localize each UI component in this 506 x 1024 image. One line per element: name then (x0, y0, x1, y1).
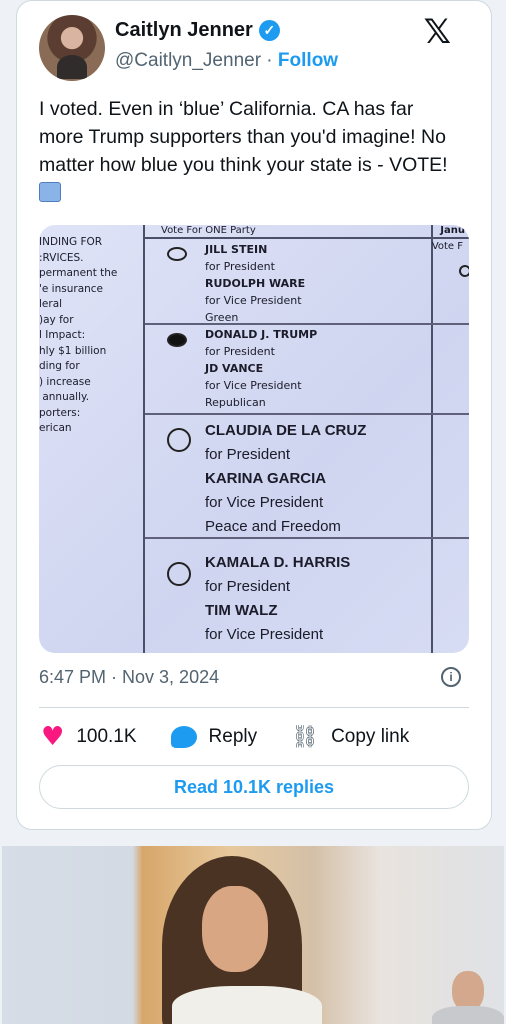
candidate-president-name: CLAUDIA DE LA CRUZ (205, 422, 367, 439)
tweet-actions: ♥ 100.1K Reply ⛓ Copy link (41, 721, 469, 753)
candidate-harris: KAMALA D. HARRIS for President TIM WALZ … (205, 551, 350, 647)
ballot-left-text: INDING FOR :RVICES. permanent the 'e ins… (39, 236, 118, 434)
ballot-column-line-right (431, 225, 433, 653)
page: Caitlyn Jenner ✓ @Caitlyn_Jenner · Follo… (0, 0, 506, 1024)
reply-button[interactable]: Reply (170, 726, 258, 748)
ballot-oval-trump-filled (167, 333, 187, 347)
author-avatar[interactable] (39, 15, 105, 81)
ballot-box-emoji-icon (39, 182, 61, 202)
tweet-text-block: I voted. Even in ‘blue’ California. CA h… (39, 95, 449, 207)
handle-separator: · (261, 50, 278, 71)
author-name-row: Caitlyn Jenner ✓ (115, 19, 280, 42)
candidate-president-role: for President (205, 345, 275, 358)
ballot-oval-harris (167, 562, 191, 586)
copy-link-label: Copy link (331, 726, 410, 747)
link-icon: ⛓ (291, 724, 320, 750)
candidate-party: Peace and Freedom (205, 518, 341, 535)
candidate-party: Republican (205, 396, 266, 409)
tweet-timestamp[interactable]: 6:47 PM · Nov 3, 2024 (39, 667, 219, 687)
tweet-card: Caitlyn Jenner ✓ @Caitlyn_Jenner · Follo… (16, 0, 492, 830)
ballot-right-oval (459, 265, 469, 277)
x-logo-icon[interactable]: 𝕏 (424, 15, 451, 49)
ballot-column-header: Vote For ONE Party (161, 225, 256, 236)
ballot-oval-de-la-cruz (167, 428, 191, 452)
heart-icon: ♥ (41, 722, 65, 752)
like-count: 100.1K (76, 726, 137, 747)
verified-badge-icon: ✓ (258, 20, 280, 41)
candidate-vp-role: for Vice President (205, 379, 302, 392)
photo-background-person-face (452, 971, 484, 1011)
candidate-president-role: for President (205, 260, 275, 273)
candidate-stein: JILL STEIN for President RUDOLPH WARE fo… (205, 241, 305, 326)
author-handle[interactable]: @Caitlyn_Jenner (115, 50, 261, 71)
candidate-vp-role: for Vice President (205, 494, 324, 511)
tweet-meta-row: 6:47 PM · Nov 3, 2024 i (39, 667, 461, 688)
candidate-vp-name: RUDOLPH WARE (205, 277, 306, 290)
ballot-header-line (145, 237, 469, 239)
candidate-president-role: for President (205, 446, 291, 463)
photo-person-face (202, 886, 268, 972)
candidate-vp-role: for Vice President (205, 294, 302, 307)
candidate-president-name: DONALD J. TRUMP (205, 328, 318, 341)
candidate-vp-name: JD VANCE (205, 362, 264, 375)
ballot-separator (145, 323, 469, 325)
ballot-separator (145, 537, 469, 539)
divider (39, 707, 469, 708)
ballot-column-line-left (143, 225, 145, 653)
candidate-trump: DONALD J. TRUMP for President JD VANCE f… (205, 326, 317, 411)
ballot-right-subheader: Vote F (431, 241, 463, 252)
candidate-vp-role: for Vice President (205, 626, 324, 643)
news-photo[interactable] (2, 846, 504, 1024)
candidate-president-name: KAMALA D. HARRIS (205, 554, 351, 571)
candidate-vp-name: TIM WALZ (205, 602, 278, 619)
ballot-right-header: Janu (440, 225, 465, 236)
photo-background-person-shirt (432, 1006, 504, 1024)
tweet-text: I voted. Even in ‘blue’ California. CA h… (39, 98, 448, 176)
ballot-separator (145, 413, 469, 415)
reply-bubble-icon (170, 726, 197, 748)
ballot-oval-stein (167, 247, 187, 261)
tweet-header: Caitlyn Jenner ✓ @Caitlyn_Jenner · Follo… (39, 15, 475, 81)
candidate-vp-name: KARINA GARCIA (205, 470, 327, 487)
read-replies-button[interactable]: Read 10.1K replies (39, 765, 469, 809)
author-name[interactable]: Caitlyn Jenner (115, 19, 253, 42)
follow-button[interactable]: Follow (278, 50, 338, 71)
reply-label: Reply (208, 726, 258, 747)
copy-link-button[interactable]: ⛓ Copy link (291, 725, 409, 750)
author-handle-row: @Caitlyn_Jenner · Follow (115, 50, 338, 72)
candidate-de-la-cruz: CLAUDIA DE LA CRUZ for President KARINA … (205, 419, 366, 539)
candidate-president-role: for President (205, 578, 291, 595)
info-icon[interactable]: i (441, 667, 461, 687)
ballot-image[interactable]: Vote For ONE Party Janu Vote F INDING FO… (39, 225, 469, 653)
like-button[interactable]: ♥ 100.1K (41, 724, 137, 750)
photo-person-shirt (172, 986, 322, 1024)
candidate-president-name: JILL STEIN (205, 243, 268, 256)
